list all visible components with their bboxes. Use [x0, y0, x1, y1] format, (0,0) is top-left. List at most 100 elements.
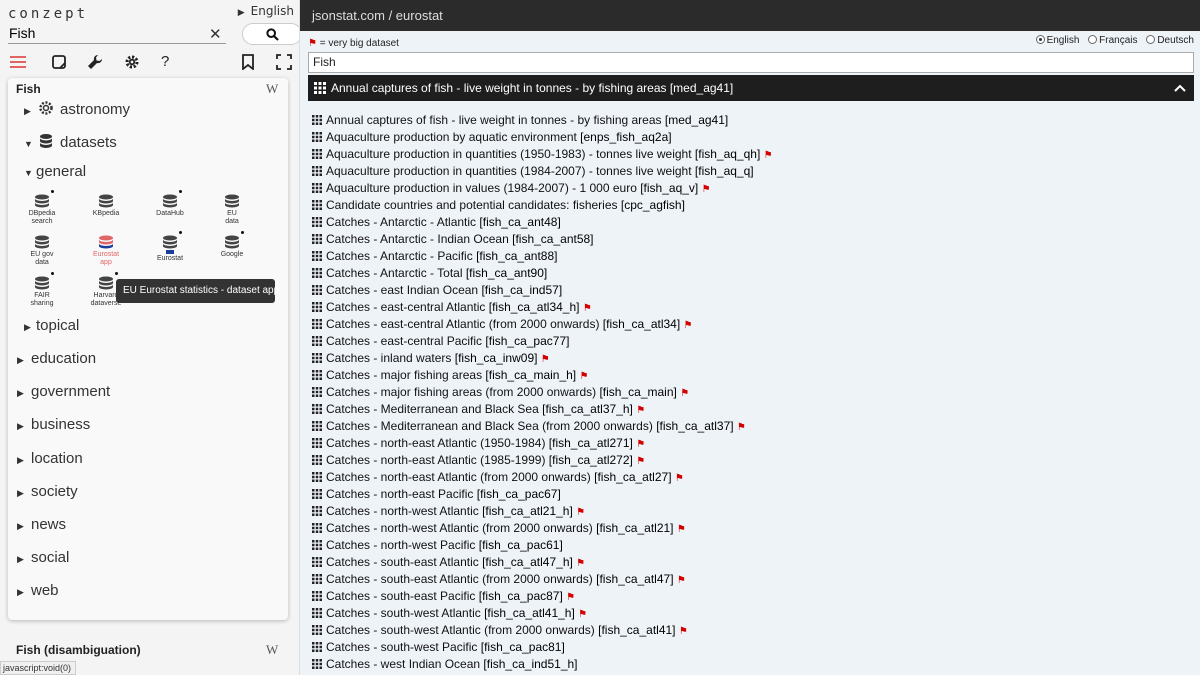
tree-label: general — [36, 163, 87, 180]
language-selector[interactable]: ▶ English — [238, 4, 294, 18]
tree-item-government[interactable]: ▶ government — [17, 383, 110, 400]
dataset-row[interactable]: Aquaculture production by aquatic enviro… — [312, 129, 1192, 146]
dataset-row[interactable]: Catches - north-east Atlantic (1950-1984… — [312, 435, 1192, 452]
dataset-row[interactable]: Catches - south-east Atlantic (from 2000… — [312, 571, 1192, 588]
app-eu-data[interactable]: EU data — [204, 194, 260, 226]
flag-icon: ⚑ — [636, 405, 646, 416]
menu-icon[interactable] — [10, 54, 28, 72]
dataset-row[interactable]: Catches - major fishing areas [fish_ca_m… — [312, 367, 1192, 384]
database-icon — [40, 134, 52, 148]
dataset-browser: ⚑ = very big dataset English Français De… — [300, 31, 1200, 675]
app-label: FAIR — [34, 292, 50, 299]
app-label: EU gov — [30, 251, 54, 258]
dataset-row[interactable]: Catches - Antarctic - Total [fish_ca_ant… — [312, 265, 1192, 282]
grid-icon — [312, 523, 322, 533]
help-icon[interactable]: ? — [161, 53, 179, 71]
dataset-row[interactable]: Catches - east-central Atlantic [fish_ca… — [312, 299, 1192, 316]
search-input[interactable] — [8, 22, 226, 44]
dataset-title: Catches - north-west Atlantic (from 2000… — [326, 521, 593, 535]
app-datahub[interactable]: DataHub — [142, 190, 198, 218]
app-eu-gov-data[interactable]: EU gov data — [14, 235, 70, 267]
dataset-row[interactable]: Catches - north-west Atlantic [fish_ca_a… — [312, 503, 1192, 520]
tree-item-society[interactable]: ▶ society — [17, 483, 78, 500]
bookmark-icon[interactable] — [240, 54, 258, 72]
tree-item-location[interactable]: ▶ location — [17, 450, 83, 467]
app-fair-sharing[interactable]: FAIR sharing — [14, 272, 70, 308]
app-dbpedia-search[interactable]: DBpedia search — [14, 190, 70, 226]
dataset-row[interactable]: Catches - Antarctic - Indian Ocean [fish… — [312, 231, 1192, 248]
dataset-row[interactable]: Catches - south-east Pacific [fish_ca_pa… — [312, 588, 1192, 605]
dataset-row[interactable]: Catches - north-east Atlantic (from 2000… — [312, 469, 1192, 486]
tree-item-datasets[interactable]: ▼ datasets — [24, 133, 117, 151]
tree-item-topical[interactable]: ▶ topical — [24, 317, 79, 334]
dataset-title: Catches - north-west Atlantic — [326, 504, 479, 518]
flag-icon: ⚑ — [678, 626, 688, 637]
note-icon[interactable] — [51, 54, 69, 72]
fullscreen-icon[interactable] — [276, 54, 294, 72]
dataset-row[interactable]: Catches - south-west Atlantic (from 2000… — [312, 622, 1192, 639]
tree-item-education[interactable]: ▶ education — [17, 350, 96, 367]
dataset-code: [fish_ca_atl34_h] — [488, 300, 580, 314]
grid-icon — [312, 557, 322, 567]
tree-label: education — [31, 350, 97, 367]
dataset-title: Catches - south-west Atlantic (from 2000… — [326, 623, 595, 637]
dataset-code: [med_ag41] — [664, 113, 729, 127]
wikipedia-icon[interactable]: W — [266, 642, 278, 658]
tree-item-general[interactable]: ▼ general — [24, 163, 86, 180]
app-logo[interactable]: conzept — [8, 6, 88, 22]
legend-text: = very big dataset — [319, 38, 399, 49]
search-button[interactable] — [242, 23, 299, 45]
radio-francais[interactable]: Français — [1088, 35, 1138, 46]
dataset-row[interactable]: Catches - Antarctic - Atlantic [fish_ca_… — [312, 214, 1192, 231]
tree-item-business[interactable]: ▶ business — [17, 416, 90, 433]
app-eurostat-app[interactable]: Eurostat app — [78, 235, 134, 267]
dataset-row[interactable]: Catches - south-east Atlantic [fish_ca_a… — [312, 554, 1192, 571]
dataset-row[interactable]: Catches - Mediterranean and Black Sea [f… — [312, 401, 1192, 418]
dataset-row[interactable]: Catches - north-east Pacific [fish_ca_pa… — [312, 486, 1192, 503]
dataset-title: Catches - west Indian Ocean — [326, 657, 481, 671]
dataset-row[interactable]: Catches - Mediterranean and Black Sea (f… — [312, 418, 1192, 435]
caret-right-icon: ▶ — [17, 388, 24, 398]
wikipedia-icon[interactable]: W — [266, 81, 278, 97]
tree-item-astronomy[interactable]: ▶ astronomy — [24, 100, 130, 118]
clear-icon[interactable]: ✕ — [209, 25, 222, 43]
dataset-row[interactable]: Catches - major fishing areas (from 2000… — [312, 384, 1192, 401]
dataset-code: [fish_ca_pac61] — [478, 538, 563, 552]
dataset-row[interactable]: Catches - east-central Pacific [fish_ca_… — [312, 333, 1192, 350]
filter-input[interactable]: Fish — [308, 52, 1194, 73]
dataset-row[interactable]: Catches - north-west Pacific [fish_ca_pa… — [312, 537, 1192, 554]
dataset-row[interactable]: Aquaculture production in values (1984-2… — [312, 180, 1192, 197]
dataset-row[interactable]: Catches - west Indian Ocean [fish_ca_ind… — [312, 656, 1192, 673]
dataset-row[interactable]: Catches - Antarctic - Pacific [fish_ca_a… — [312, 248, 1192, 265]
header-row: conzept ▶ English — [8, 3, 298, 22]
dataset-row[interactable]: Aquaculture production in quantities (19… — [312, 163, 1192, 180]
dataset-row[interactable]: Catches - east Indian Ocean [fish_ca_ind… — [312, 282, 1192, 299]
dataset-row[interactable]: Catches - north-west Atlantic (from 2000… — [312, 520, 1192, 537]
database-icon — [35, 276, 49, 290]
grid-icon — [312, 404, 322, 414]
app-eurostat[interactable]: Eurostat — [142, 231, 198, 263]
dataset-row[interactable]: Aquaculture production in quantities (19… — [312, 146, 1192, 163]
tree-item-web[interactable]: ▶ web — [17, 582, 59, 599]
tree-item-social[interactable]: ▶ social — [17, 549, 69, 566]
dataset-row[interactable]: Catches - south-west Atlantic [fish_ca_a… — [312, 605, 1192, 622]
dataset-row[interactable]: Annual captures of fish - live weight in… — [312, 112, 1192, 129]
tree-item-news[interactable]: ▶ news — [17, 516, 66, 533]
grid-icon — [312, 591, 322, 601]
grid-icon — [312, 455, 322, 465]
breadcrumb[interactable]: jsonstat.com / eurostat — [312, 8, 443, 23]
dataset-row[interactable]: Catches - south-west Pacific [fish_ca_pa… — [312, 639, 1192, 656]
radio-english[interactable]: English — [1035, 35, 1079, 46]
dataset-row[interactable]: Catches - east-central Atlantic (from 20… — [312, 316, 1192, 333]
dataset-row[interactable]: Catches - inland waters [fish_ca_inw09] … — [312, 350, 1192, 367]
dataset-title: Catches - north-east Pacific — [326, 487, 474, 501]
dataset-row[interactable]: Candidate countries and potential candid… — [312, 197, 1192, 214]
grid-icon — [312, 574, 322, 584]
dataset-row[interactable]: Catches - north-east Atlantic (1985-1999… — [312, 452, 1192, 469]
wrench-icon[interactable] — [87, 54, 105, 72]
app-google[interactable]: Google — [204, 231, 260, 259]
gear-icon[interactable] — [124, 54, 142, 72]
app-kbpedia[interactable]: KBpedia — [78, 194, 134, 218]
dataset-select[interactable]: Annual captures of fish - live weight in… — [308, 75, 1194, 101]
radio-deutsch[interactable]: Deutsch — [1146, 35, 1194, 46]
